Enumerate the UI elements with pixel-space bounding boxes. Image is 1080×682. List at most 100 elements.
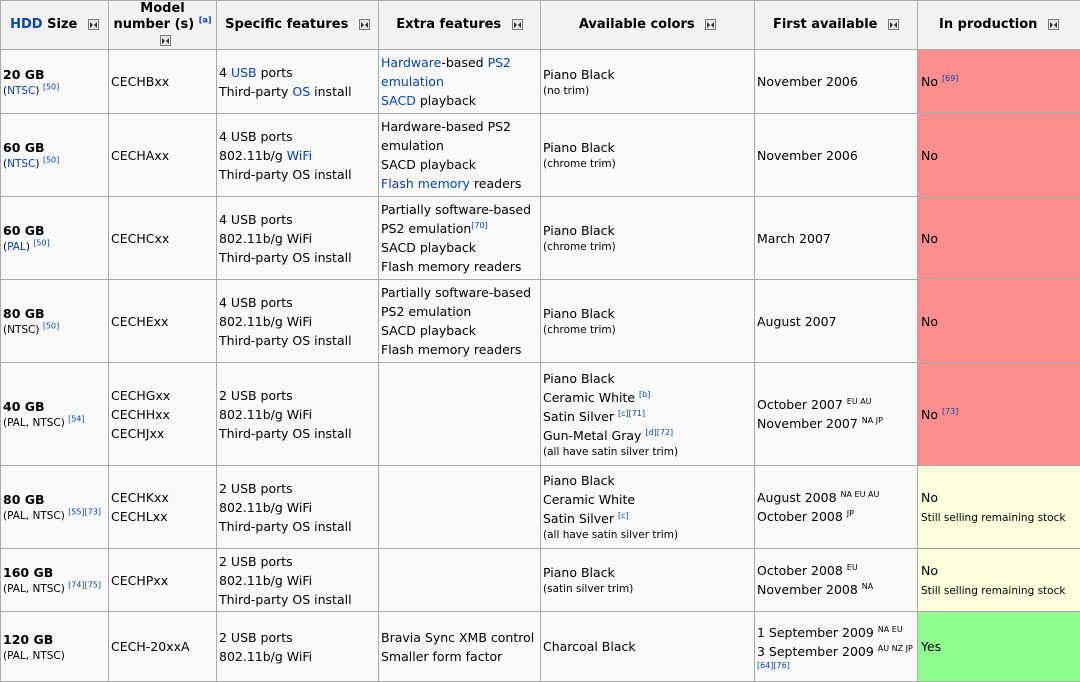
extra-feature-link[interactable]: SACD bbox=[381, 93, 416, 108]
footnote-ref: [50] bbox=[43, 156, 59, 165]
production-status-text: No bbox=[921, 490, 938, 505]
footnote-link[interactable]: [70] bbox=[471, 221, 487, 230]
sort-icon[interactable] bbox=[705, 19, 716, 30]
specific-feature-text: 802.11b/g WiFi bbox=[219, 314, 312, 329]
footnote-ref: [54] bbox=[68, 415, 84, 424]
cell-model-number: CECHPxx bbox=[109, 549, 217, 612]
header-model-label: Model number (s) bbox=[114, 1, 195, 32]
region-link[interactable]: NTSC bbox=[7, 158, 35, 170]
release-date-text: November 2007 bbox=[757, 416, 858, 431]
region-link[interactable]: PAL bbox=[7, 241, 26, 253]
footnote-link[interactable]: [69] bbox=[942, 74, 958, 83]
color-name: Piano Black bbox=[543, 306, 615, 321]
specific-feature-link[interactable]: USB bbox=[231, 65, 257, 80]
color-name: Piano Black bbox=[543, 473, 615, 488]
footnote-link[interactable]: [c][71] bbox=[618, 408, 645, 417]
production-status: No bbox=[921, 488, 1078, 507]
color-item: Piano Black bbox=[543, 369, 752, 388]
table-row: 160 GB(PAL, NTSC) [74][75]CECHPxx2 USB p… bbox=[1, 549, 1080, 612]
cell-extra-features bbox=[379, 363, 541, 466]
extra-feature-link[interactable]: Hardware bbox=[381, 55, 441, 70]
extra-feature-link[interactable]: Flash memory bbox=[381, 176, 470, 191]
specific-feature: 802.11b/g WiFi bbox=[219, 498, 376, 517]
extra-feature-link[interactable]: PS2 bbox=[488, 55, 511, 70]
cell-hdd-size: 80 GB(NTSC) [50] bbox=[1, 280, 109, 363]
header-in-production[interactable]: In production bbox=[918, 1, 1080, 50]
footnote-link[interactable]: [73] bbox=[942, 406, 958, 415]
cell-hdd-size: 20 GB(NTSC) [50] bbox=[1, 50, 109, 114]
sort-icon[interactable] bbox=[888, 19, 899, 30]
extra-feature-text: Flash memory readers bbox=[381, 342, 521, 357]
region-codes: EU bbox=[847, 563, 858, 572]
footnote-link[interactable]: [c] bbox=[618, 511, 629, 520]
specific-feature: 4 USB ports bbox=[219, 210, 376, 229]
release-date: November 2008 NA bbox=[757, 580, 915, 599]
footnote-link[interactable]: [d][72] bbox=[645, 427, 673, 436]
header-extra-label: Extra features bbox=[396, 17, 501, 32]
specific-feature-text: 4 USB ports bbox=[219, 295, 293, 310]
header-specific-features[interactable]: Specific features bbox=[217, 1, 379, 50]
extra-feature: PS2 emulation bbox=[381, 302, 538, 321]
footnote-link[interactable]: [55][73] bbox=[68, 508, 101, 517]
model-number: CECHHxx bbox=[111, 405, 214, 424]
cell-available-colors: Piano Black(chrome trim) bbox=[541, 197, 755, 280]
footnote-link[interactable]: [50] bbox=[43, 156, 59, 165]
footnote-link[interactable]: [54] bbox=[68, 415, 84, 424]
table-row: 80 GB(NTSC) [50]CECHExx 4 USB ports 802.11… bbox=[1, 280, 1080, 363]
footnote-link[interactable]: [50] bbox=[43, 82, 59, 91]
specific-feature-link[interactable]: OS bbox=[292, 84, 310, 99]
extra-feature-text: emulation bbox=[381, 138, 444, 153]
cell-hdd-size: 60 GB(NTSC) [50] bbox=[1, 114, 109, 197]
production-status: No [69] bbox=[921, 72, 1078, 91]
release-date-text: October 2008 bbox=[757, 563, 843, 578]
table-row: 20 GB(NTSC) [50]CECHBxx4 USB portsThird-… bbox=[1, 50, 1080, 114]
sort-icon[interactable] bbox=[512, 19, 523, 30]
header-model-number[interactable]: Model number (s) [a] bbox=[109, 1, 217, 50]
region-codes: EU AU bbox=[847, 397, 872, 406]
footnote-link[interactable]: [64][76] bbox=[757, 661, 790, 670]
footnote-link[interactable]: [74][75] bbox=[68, 581, 101, 590]
sort-icon[interactable] bbox=[1048, 19, 1059, 30]
hdd-link[interactable]: HDD bbox=[10, 17, 42, 32]
footnote-link[interactable]: [b] bbox=[639, 389, 650, 398]
specific-feature-link[interactable]: WiFi bbox=[287, 148, 312, 163]
cell-specific-features: 4 USB ports802.11b/g WiFiThird-party OS … bbox=[217, 280, 379, 363]
footnote-link[interactable]: [50] bbox=[43, 322, 59, 331]
extra-feature: Partially software-based bbox=[381, 200, 538, 219]
model-number: CECHExx bbox=[111, 312, 214, 331]
cell-first-available: August 2007 bbox=[755, 280, 918, 363]
sort-icon[interactable] bbox=[160, 35, 171, 46]
production-status-text: No bbox=[921, 314, 938, 329]
color-item: Satin Silver [c] bbox=[543, 509, 752, 528]
production-status-text: No bbox=[921, 148, 938, 163]
production-status: No [73] bbox=[921, 405, 1078, 424]
header-first-available[interactable]: First available bbox=[755, 1, 918, 50]
release-date: August 2007 bbox=[757, 312, 915, 331]
header-available-colors[interactable]: Available colors bbox=[541, 1, 755, 50]
sort-icon[interactable] bbox=[359, 19, 370, 30]
specific-feature: 4 USB ports bbox=[219, 293, 376, 312]
header-hdd-size[interactable]: HDD Size bbox=[1, 1, 109, 50]
sort-icon[interactable] bbox=[88, 19, 99, 30]
production-status: No bbox=[921, 312, 1078, 331]
specific-feature: 802.11b/g WiFi bbox=[219, 312, 376, 331]
extra-feature: PS2 emulation[70] bbox=[381, 219, 538, 238]
cell-in-production: NoStill selling remaining stock bbox=[918, 466, 1080, 549]
header-extra-features[interactable]: Extra features bbox=[379, 1, 541, 50]
model-number: CECHLxx bbox=[111, 507, 214, 526]
region-link[interactable]: NTSC bbox=[7, 85, 35, 97]
color-trim-note: (all have satin silver trim) bbox=[543, 528, 752, 543]
extra-feature-link[interactable]: emulation bbox=[381, 74, 444, 89]
cell-first-available: August 2008 NA EU AUOctober 2008 JP bbox=[755, 466, 918, 549]
cell-hdd-size: 40 GB(PAL, NTSC) [54] bbox=[1, 363, 109, 466]
footnote-link[interactable]: [50] bbox=[33, 239, 49, 248]
footnote-ref: [d][72] bbox=[645, 427, 673, 436]
extra-feature-text: SACD playback bbox=[381, 240, 476, 255]
color-trim-note: (satin silver trim) bbox=[543, 582, 752, 597]
region-codes: NA bbox=[862, 582, 873, 591]
model-footnote-ref[interactable]: [a] bbox=[199, 16, 212, 25]
specific-feature-text: 802.11b/g WiFi bbox=[219, 573, 312, 588]
extra-feature-text: PS2 emulation bbox=[381, 304, 471, 319]
extra-feature-text: PS2 emulation bbox=[381, 221, 471, 236]
model-number: CECHKxx bbox=[111, 488, 214, 507]
